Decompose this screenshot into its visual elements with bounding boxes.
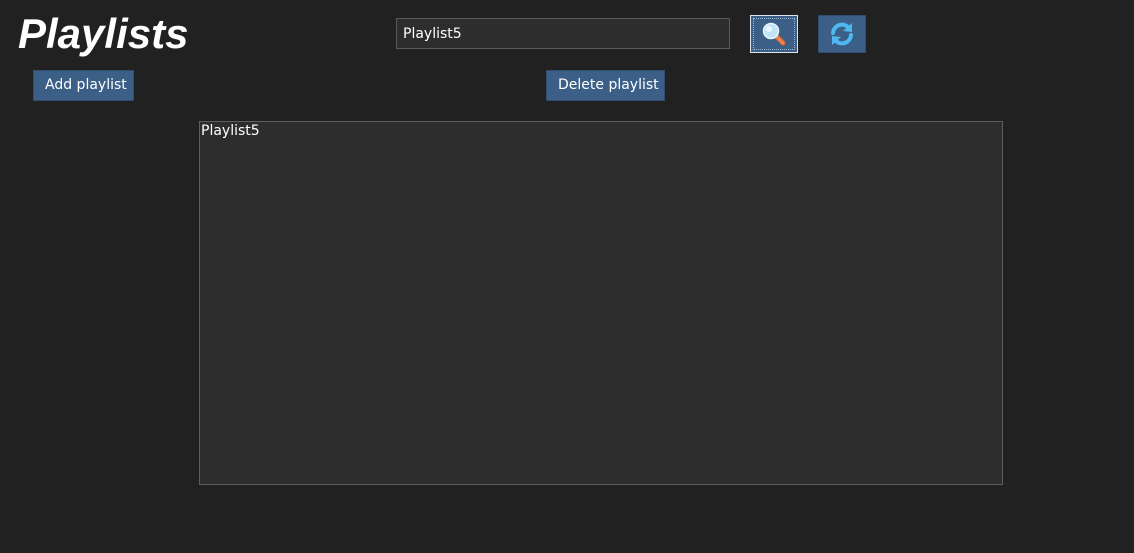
- refresh-icon: [831, 22, 853, 46]
- add-playlist-button[interactable]: Add playlist: [33, 70, 134, 101]
- search-input[interactable]: [396, 18, 730, 49]
- delete-playlist-button[interactable]: Delete playlist: [546, 70, 665, 101]
- search-button[interactable]: [750, 15, 798, 53]
- playlist-list[interactable]: Playlist5: [199, 121, 1003, 485]
- magnifier-icon: [762, 22, 786, 46]
- refresh-button[interactable]: [818, 15, 866, 53]
- list-item[interactable]: Playlist5: [200, 122, 1002, 141]
- page-title: Playlists: [18, 10, 189, 57]
